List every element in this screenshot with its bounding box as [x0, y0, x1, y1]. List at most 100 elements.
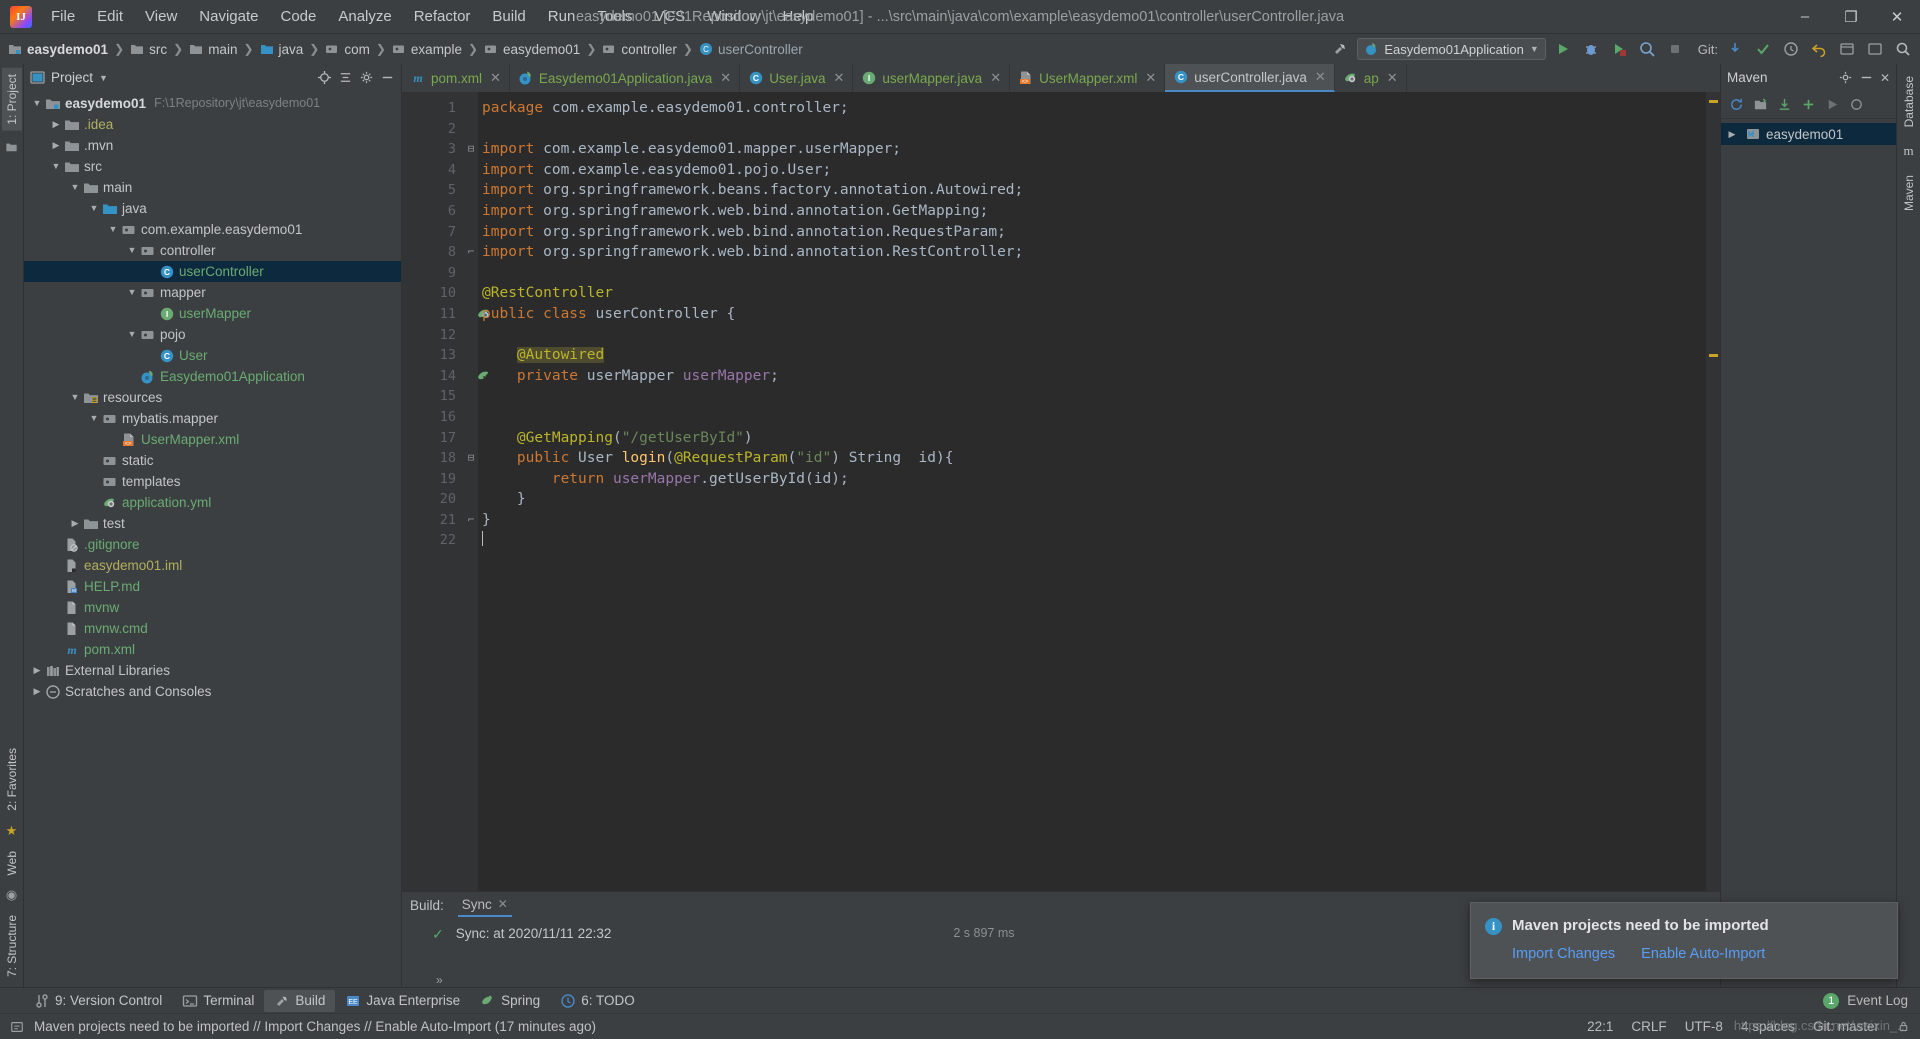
- settings-gear-icon[interactable]: [1864, 38, 1886, 60]
- maven-add-icon[interactable]: [1797, 94, 1819, 116]
- close-tab-icon[interactable]: ✕: [990, 70, 1001, 86]
- bottom-tab-java-enterprise[interactable]: EE Java Enterprise: [335, 990, 470, 1012]
- code-line[interactable]: [482, 386, 1706, 407]
- close-tab-icon[interactable]: ✕: [490, 70, 501, 86]
- sidebar-item-favorites[interactable]: 2: Favorites: [2, 742, 22, 817]
- line-number[interactable]: 13: [402, 345, 464, 366]
- line-number[interactable]: 21: [402, 510, 464, 531]
- close-tab-icon[interactable]: ✕: [1145, 70, 1156, 86]
- breadcrumb-item-example[interactable]: example: [392, 42, 462, 57]
- menu-view[interactable]: View: [134, 4, 188, 29]
- code-line[interactable]: }: [482, 489, 1706, 510]
- menu-file[interactable]: File: [40, 4, 86, 29]
- line-number[interactable]: 15: [402, 386, 464, 407]
- tree-expand-arrow[interactable]: ▶: [49, 135, 63, 156]
- maven-settings-gear-icon[interactable]: [1838, 70, 1853, 85]
- menu-navigate[interactable]: Navigate: [188, 4, 269, 29]
- debug-icon[interactable]: [1580, 38, 1602, 60]
- tree-collapse-arrow[interactable]: ▼: [49, 156, 63, 177]
- breadcrumb-item-easydemo01[interactable]: easydemo01: [484, 42, 580, 57]
- tree-expand-arrow[interactable]: ▶: [30, 660, 44, 681]
- tree-item-mvnw[interactable]: mvnw: [24, 597, 401, 618]
- close-tab-icon[interactable]: ✕: [720, 70, 731, 86]
- code-line[interactable]: import org.springframework.web.bind.anno…: [482, 201, 1706, 222]
- file-encoding[interactable]: UTF-8: [1685, 1019, 1723, 1034]
- menu-refactor[interactable]: Refactor: [403, 4, 482, 29]
- close-button[interactable]: ✕: [1874, 0, 1920, 34]
- tree-item-com-example-easydemo01[interactable]: ▼ com.example.easydemo01: [24, 219, 401, 240]
- close-tab-icon[interactable]: ✕: [833, 70, 844, 86]
- menu-run[interactable]: Run: [537, 4, 587, 29]
- menu-analyze[interactable]: Analyze: [327, 4, 402, 29]
- breadcrumb-item-java[interactable]: java: [260, 42, 303, 57]
- menu-code[interactable]: Code: [269, 4, 327, 29]
- tree-expand-arrow[interactable]: ▶: [1725, 129, 1739, 140]
- tree-collapse-arrow[interactable]: ▼: [68, 387, 82, 408]
- code-fold-toggle[interactable]: ⌐: [464, 242, 478, 263]
- tree-collapse-arrow[interactable]: ▼: [87, 198, 101, 219]
- import-changes-link[interactable]: Import Changes: [1512, 946, 1615, 962]
- tree-item-static[interactable]: static: [24, 450, 401, 471]
- line-number[interactable]: 5: [402, 180, 464, 201]
- bottom-tool-window-bar[interactable]: 9: Version Control Terminal Build EE Java En…: [0, 987, 1920, 1013]
- project-file-tree[interactable]: ▼ easydemo01 F:\1Repository\jt\easydemo01 ▶…: [24, 91, 401, 987]
- indent-setting[interactable]: 4 spaces: [1741, 1019, 1795, 1034]
- editor-tab-usercontroller-java[interactable]: CuserController.java ✕: [1165, 64, 1335, 92]
- caret-position[interactable]: 22:1: [1587, 1019, 1613, 1034]
- close-tab-icon[interactable]: ✕: [1315, 69, 1326, 85]
- sidebar-item-structure[interactable]: 7: Structure: [2, 909, 22, 983]
- bottom-tab-terminal[interactable]: Terminal: [172, 990, 264, 1012]
- tree-item-pojo[interactable]: ▼ pojo: [24, 324, 401, 345]
- tree-collapse-arrow[interactable]: ▼: [106, 219, 120, 240]
- stop-icon[interactable]: [1664, 38, 1686, 60]
- tree-item-usermapper-xml[interactable]: <> UserMapper.xml: [24, 429, 401, 450]
- event-log-area[interactable]: 1 Event Log: [1823, 992, 1920, 1009]
- code-fold-toggle[interactable]: ⊟: [464, 139, 478, 160]
- code-line[interactable]: import org.springframework.web.bind.anno…: [482, 222, 1706, 243]
- tree-item--idea[interactable]: ▶ .idea: [24, 114, 401, 135]
- hide-panel-icon[interactable]: [380, 70, 395, 85]
- tree-item-usercontroller[interactable]: CuserController: [24, 261, 401, 282]
- line-number[interactable]: 12: [402, 325, 464, 346]
- menu-edit[interactable]: Edit: [86, 4, 134, 29]
- code-line[interactable]: [482, 263, 1706, 284]
- line-number[interactable]: 2: [402, 119, 464, 140]
- run-icon[interactable]: [1552, 38, 1574, 60]
- tree-expand-arrow[interactable]: ▶: [30, 681, 44, 702]
- tree-item-external-libraries[interactable]: ▶ External Libraries: [24, 660, 401, 681]
- chevron-down-icon[interactable]: ▼: [1530, 44, 1539, 54]
- maven-reimport-icon[interactable]: [1725, 94, 1747, 116]
- git-commit-icon[interactable]: [1752, 38, 1774, 60]
- maven-download-sources-icon[interactable]: [1773, 94, 1795, 116]
- editor-tab-usermapper-java[interactable]: IuserMapper.java ✕: [853, 64, 1011, 92]
- code-line[interactable]: import com.example.easydemo01.mapper.use…: [482, 139, 1706, 160]
- line-number[interactable]: 10: [402, 283, 464, 304]
- tree-item-test[interactable]: ▶ test: [24, 513, 401, 534]
- tree-item-main[interactable]: ▼ main: [24, 177, 401, 198]
- tree-expand-arrow[interactable]: ▶: [49, 114, 63, 135]
- code-line[interactable]: [482, 325, 1706, 346]
- code-line[interactable]: import org.springframework.web.bind.anno…: [482, 242, 1706, 263]
- code-line[interactable]: import org.springframework.beans.factory…: [482, 180, 1706, 201]
- menu-help[interactable]: Help: [772, 4, 825, 29]
- code-line[interactable]: [482, 119, 1706, 140]
- minimize-button[interactable]: –: [1782, 0, 1828, 34]
- tree-item-help-md[interactable]: M HELP.md: [24, 576, 401, 597]
- editor-tab-user-java[interactable]: C User.java ✕: [740, 64, 854, 92]
- code-line[interactable]: @GetMapping("/getUserById"): [482, 428, 1706, 449]
- run-configuration-selector[interactable]: Easydemo01Application ▼: [1357, 38, 1546, 60]
- code-line[interactable]: public User login(@RequestParam("id") St…: [482, 448, 1706, 469]
- run-coverage-icon[interactable]: [1608, 38, 1630, 60]
- code-line[interactable]: @Autowired: [482, 345, 1706, 366]
- git-history-icon[interactable]: [1780, 38, 1802, 60]
- maven-generate-sources-icon[interactable]: [1749, 94, 1771, 116]
- build-sync-tab[interactable]: Sync ✕: [457, 893, 512, 917]
- breadcrumb-item-module[interactable]: easydemo01: [8, 42, 108, 57]
- breadcrumb-item-class[interactable]: C userController: [699, 42, 803, 57]
- status-message[interactable]: Maven projects need to be imported // Im…: [34, 1019, 596, 1034]
- enable-auto-import-link[interactable]: Enable Auto-Import: [1641, 946, 1765, 962]
- tree-item-mvnw-cmd[interactable]: mvnw.cmd: [24, 618, 401, 639]
- tree-collapse-arrow[interactable]: ▼: [68, 177, 82, 198]
- editor-scrollbar-and-markers[interactable]: [1706, 92, 1720, 891]
- line-number[interactable]: 4: [402, 160, 464, 181]
